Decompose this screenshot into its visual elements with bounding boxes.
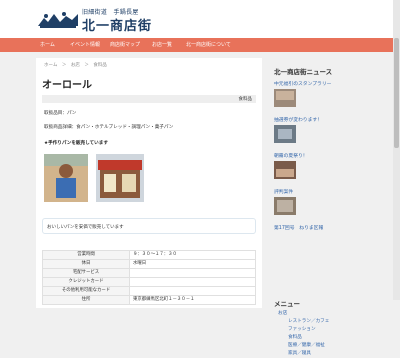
table-row: 営業時間 ９：３０～１７：３０ — [42, 250, 256, 260]
table-key: 宅配サービス — [42, 268, 130, 278]
table-key: 休日 — [42, 259, 130, 269]
table-value: 東京都練馬区北町１－３０－１ — [129, 295, 256, 305]
table-value: 水曜日 — [129, 259, 256, 269]
menu-item[interactable]: 家具／寝具 — [278, 350, 329, 356]
sidebar-menu: お店 レストラン／カフェ ファッション 食料品 医療／健康／福祉 家具／寝具 — [278, 310, 329, 358]
news-thumbnail[interactable] — [274, 161, 296, 179]
page-title: オーロール — [42, 80, 92, 91]
news-item[interactable]: 中元福引のスタンプラリー — [274, 80, 368, 111]
main-nav: ホーム イベント情報 商店街マップ お店一覧 北一商店街について — [0, 38, 400, 52]
table-row: 宅配サービス — [42, 268, 256, 278]
site-logo[interactable]: 旧細街道 手鍋長屋 北一商店街 — [36, 5, 168, 34]
news-thumbnail[interactable] — [274, 89, 296, 107]
info-line-2: 取扱商品詳細：食パン・ホテルブレッド・調理パン・菓子パン — [44, 125, 174, 130]
logo-title: 北一商店街 — [82, 19, 153, 34]
nav-item-about[interactable]: 北一商店街について — [186, 41, 231, 48]
breadcrumb[interactable]: ホーム ＞ お店 ＞ 食料品 — [44, 62, 107, 68]
table-row: クレジットカード — [42, 277, 256, 287]
table-value: ９：３０～１７：３０ — [129, 250, 256, 260]
caption-box: おいしいパンを安価で販売しています — [42, 218, 256, 234]
page-scrollbar[interactable] — [393, 0, 400, 300]
nav-item-shops[interactable]: お店一覧 — [152, 41, 172, 48]
news-title[interactable]: 第17回号 ねりま区報 — [274, 224, 368, 231]
menu-item[interactable]: 食料品 — [278, 334, 329, 340]
news-title[interactable]: 朝霧の夏祭り！ — [274, 152, 368, 159]
sidebar-news-title: 北一商店街ニュース — [274, 68, 333, 76]
table-key: その他利用可能なカード — [42, 286, 130, 296]
recommend-heading: ★手作りパンを販売しています — [44, 141, 108, 146]
news-title[interactable]: 中元福引のスタンプラリー — [274, 80, 368, 87]
table-row: 住所 東京都練馬区北町１－３０－１ — [42, 295, 256, 305]
news-item[interactable]: 抽選券が変わります！ — [274, 116, 368, 147]
table-row: 休日 水曜日 — [42, 259, 256, 269]
table-row: その他利用可能なカード — [42, 286, 256, 296]
sidebar-news: 中元福引のスタンプラリー 抽選券が変わります！ 朝霧の夏祭り！ 評判案件 第17… — [274, 80, 368, 280]
table-key: クレジットカード — [42, 277, 130, 287]
nav-item-events[interactable]: イベント情報 — [70, 41, 100, 48]
menu-item[interactable]: お店 — [278, 310, 329, 316]
category-tag[interactable]: 食料品 — [239, 96, 253, 102]
scrollbar-thumb[interactable] — [394, 38, 399, 148]
table-key: 住所 — [42, 295, 130, 305]
news-thumbnail[interactable] — [274, 125, 296, 143]
menu-item[interactable]: レストラン／カフェ — [278, 318, 329, 324]
table-value — [129, 286, 256, 296]
news-title[interactable]: 抽選券が変わります！ — [274, 116, 368, 123]
news-item[interactable]: 評判案件 — [274, 188, 368, 219]
storefront-photo — [96, 154, 144, 202]
site-header: 旧細街道 手鍋長屋 北一商店街 — [0, 0, 400, 38]
menu-item[interactable]: 医療／健康／福祉 — [278, 342, 329, 348]
table-key: 営業時間 — [42, 250, 130, 260]
table-value — [129, 268, 256, 278]
nav-item-home[interactable]: ホーム — [40, 41, 55, 48]
owner-photo — [44, 154, 88, 202]
info-line-1: 取扱品目：パン — [44, 111, 77, 116]
sidebar: 北一商店街ニュース 中元福引のスタンプラリー 抽選券が変わります！ 朝霧の夏祭り… — [270, 58, 400, 356]
menu-item[interactable]: ファッション — [278, 326, 329, 332]
nav-item-map[interactable]: 商店街マップ — [110, 41, 140, 48]
table-value — [129, 277, 256, 287]
main-content: ホーム ＞ お店 ＞ 食料品 オーロール 食料品 取扱品目：パン 取扱商品詳細：… — [36, 58, 262, 308]
news-item[interactable]: 第17回号 ねりま区報 — [274, 224, 368, 231]
shop-info-table: 営業時間 ９：３０～１７：３０ 休日 水曜日 宅配サービス クレジットカード その他… — [42, 250, 256, 305]
news-thumbnail[interactable] — [274, 197, 296, 215]
news-title[interactable]: 評判案件 — [274, 188, 368, 195]
logo-emblem-icon — [38, 12, 78, 28]
category-bar: 食料品 — [42, 95, 256, 103]
news-item[interactable]: 朝霧の夏祭り！ — [274, 152, 368, 183]
caption-text: おいしいパンを安価で販売しています — [47, 225, 124, 230]
